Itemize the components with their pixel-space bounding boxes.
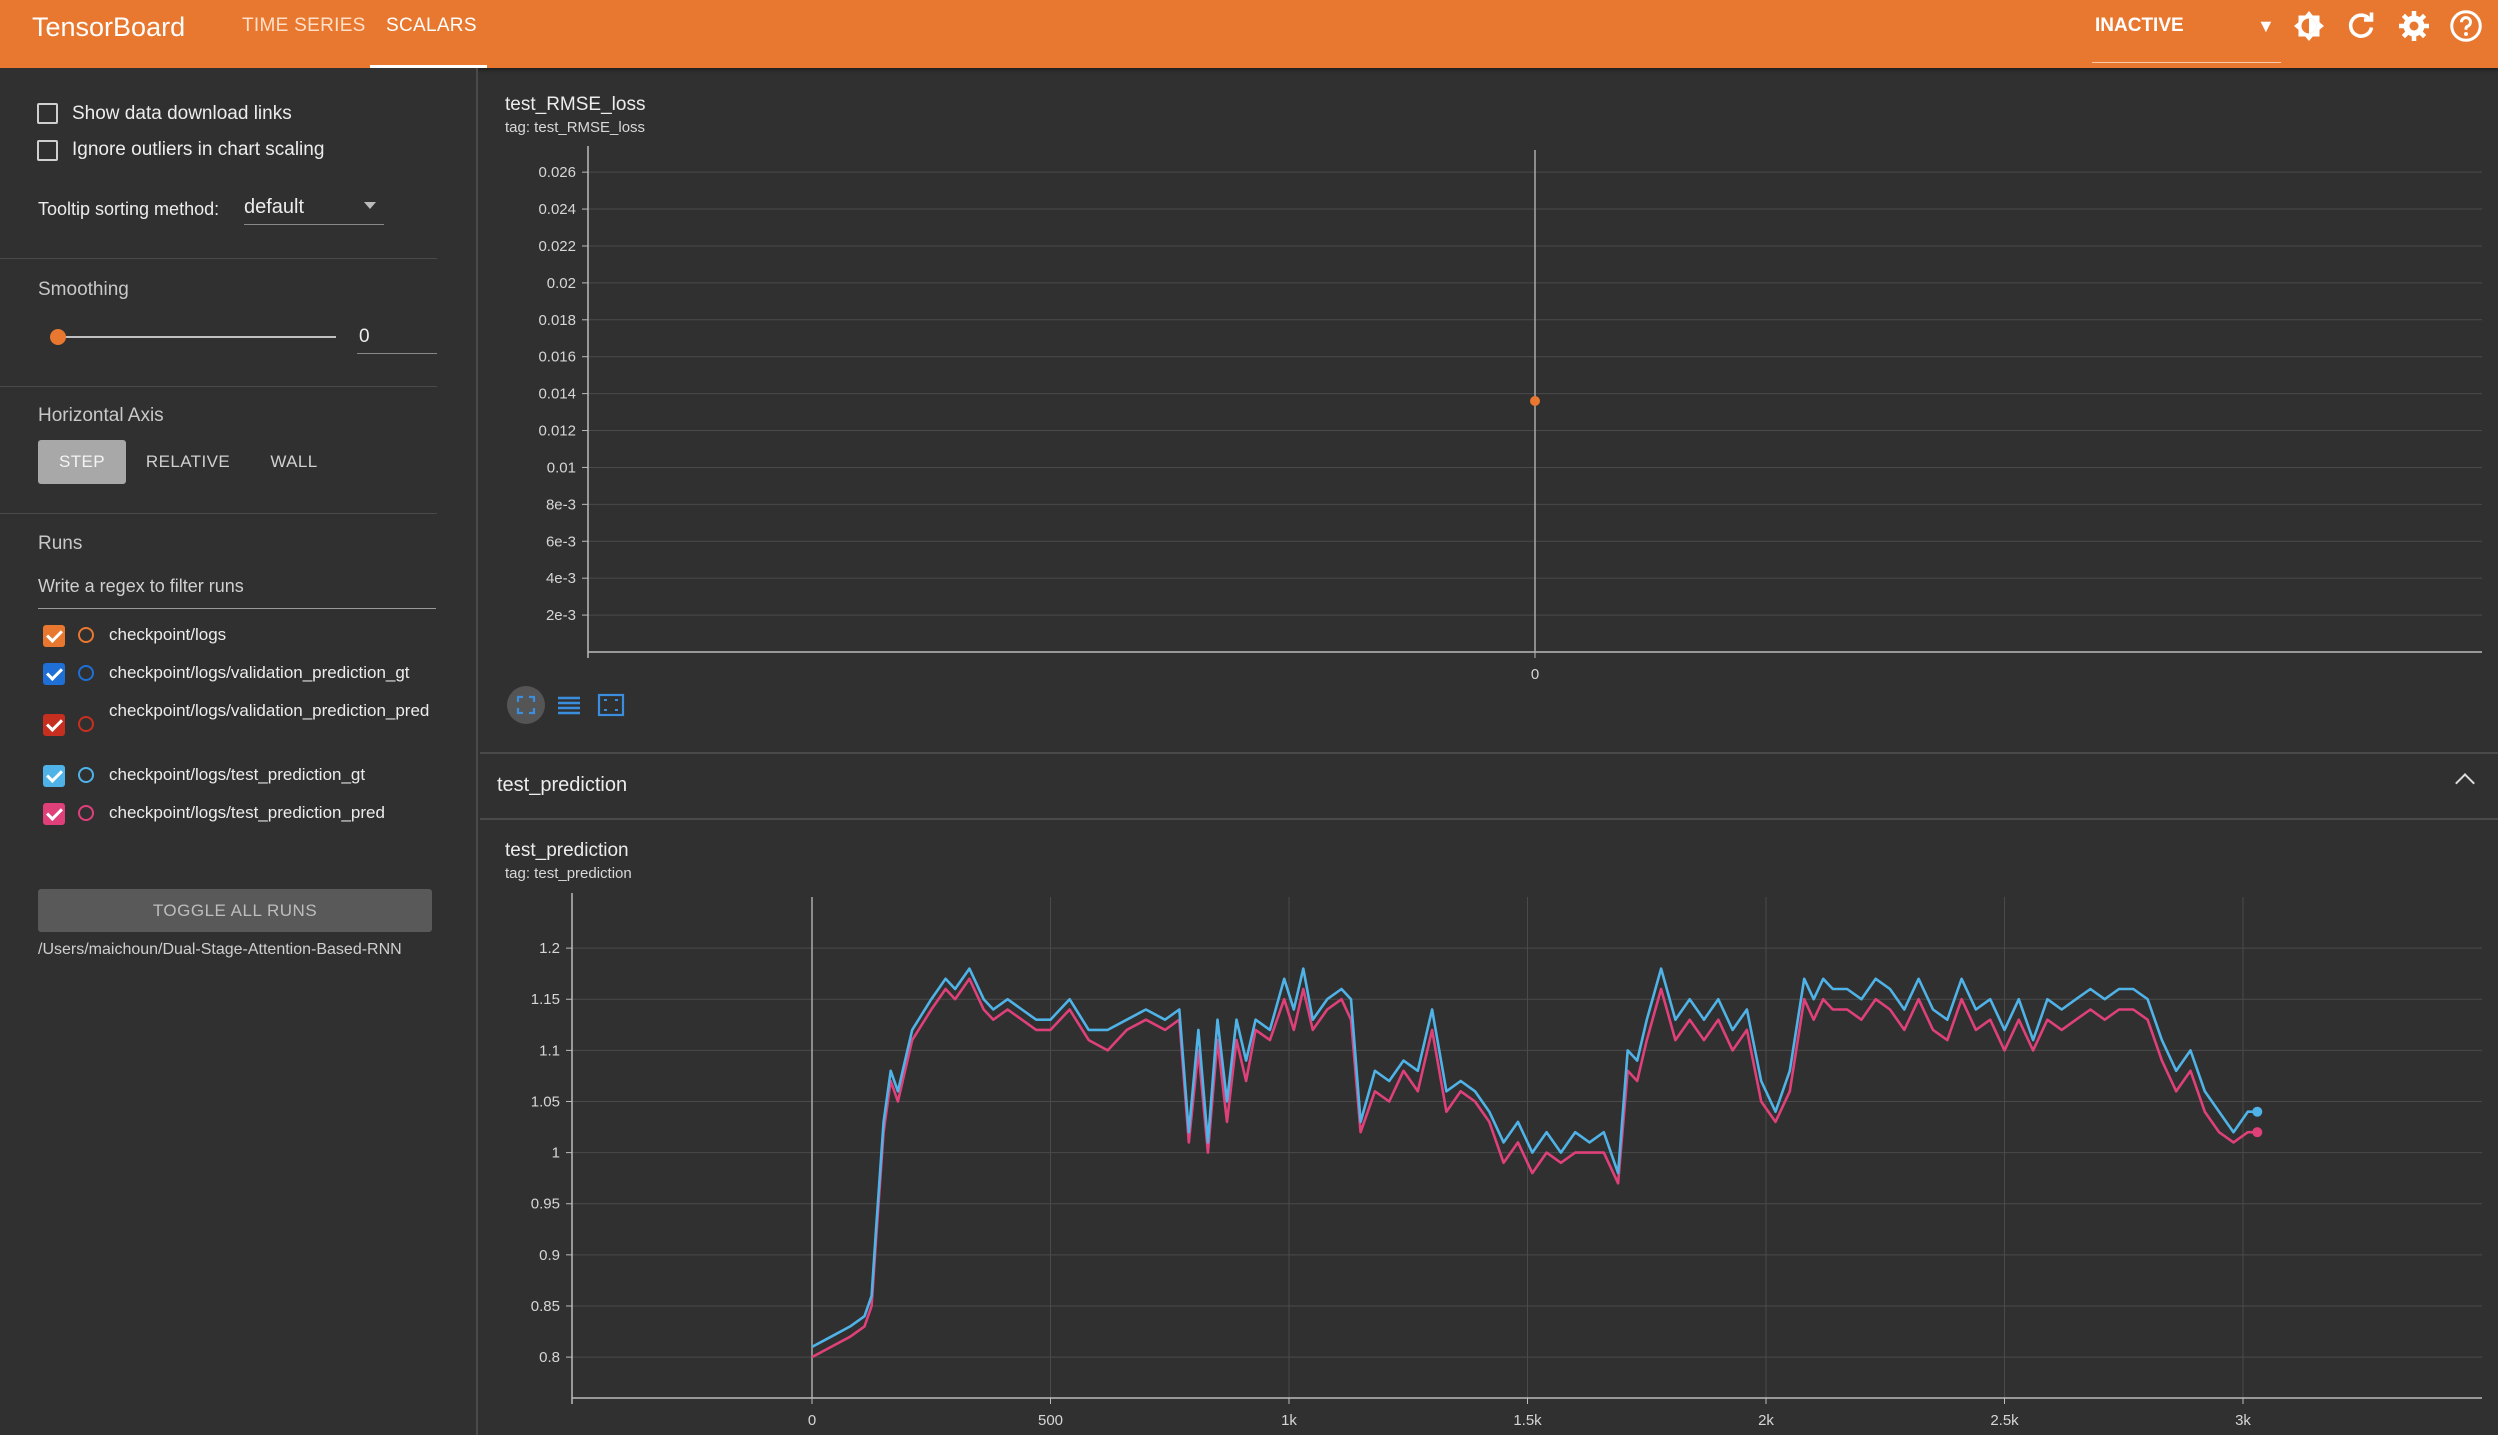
y-tick-label: 0.026 (538, 164, 576, 181)
ignore-outliers-label[interactable]: Ignore outliers in chart scaling (72, 139, 324, 161)
smoothing-slider-thumb[interactable] (50, 329, 66, 345)
test-prediction-chart[interactable]: 0.8 0.85 0.9 0.95 1 1.05 1.1 1.15 1.2 0 500 1k 1.5k 2… (500, 885, 2498, 1435)
run-color-circle[interactable] (78, 665, 94, 681)
series-end-point (2252, 1127, 2263, 1138)
y-tick-label: 0.016 (538, 349, 576, 366)
data-point (1530, 396, 1540, 406)
show-download-links-label[interactable]: Show data download links (72, 103, 292, 125)
y-tick-label: 1 (552, 1145, 560, 1162)
run-color-circle[interactable] (78, 767, 94, 783)
y-tick-label: 6e-3 (546, 533, 576, 550)
axis-step-button[interactable]: STEP (38, 440, 126, 484)
y-tick-label: 0.024 (538, 201, 576, 218)
section-title: test_prediction (497, 774, 628, 796)
chart-title: test_RMSE_loss (505, 94, 646, 115)
settings-gear-icon[interactable] (2396, 8, 2432, 44)
ignore-outliers-checkbox[interactable] (37, 140, 58, 161)
runs-filter-input[interactable]: Write a regex to filter runs (38, 576, 436, 609)
x-tick-label: 2k (1758, 1412, 1774, 1429)
x-tick-label: 3k (2235, 1412, 2251, 1429)
run-name: checkpoint/logs/validation_prediction_pr… (109, 701, 430, 720)
divider (0, 258, 437, 259)
y-tick-label: 0.018 (538, 312, 576, 329)
chart-tag: tag: test_RMSE_loss (505, 119, 646, 136)
x-tick-label: 0 (808, 1412, 816, 1429)
run-checkbox[interactable] (43, 803, 65, 825)
section-header[interactable]: test_prediction (480, 752, 2498, 820)
run-name: checkpoint/logs (109, 625, 227, 644)
y-tick-label: 0.95 (531, 1196, 560, 1213)
x-tick-label: 1k (1281, 1412, 1297, 1429)
y-tick-label: 0.85 (531, 1298, 560, 1315)
toggle-all-runs-button[interactable]: TOGGLE ALL RUNS (38, 889, 432, 932)
runs-label: Runs (38, 533, 83, 554)
x-tick-label: 500 (1038, 1412, 1063, 1429)
settings-sidebar: Show data download links Ignore outliers… (0, 68, 478, 1435)
y-tick-label: 0.02 (547, 275, 576, 292)
run-name: checkpoint/logs/test_prediction_pred (109, 803, 385, 822)
run-checkbox[interactable] (43, 625, 65, 647)
help-icon[interactable] (2448, 8, 2484, 44)
y-tick-label: 1.15 (531, 991, 560, 1008)
run-checkbox[interactable] (43, 714, 65, 736)
y-tick-label: 8e-3 (546, 496, 576, 513)
run-color-circle[interactable] (78, 627, 94, 643)
run-name: checkpoint/logs/test_prediction_gt (109, 765, 366, 784)
divider (0, 386, 437, 387)
log-directory-path: /Users/maichoun/Dual-Stage-Attention-Bas… (38, 941, 402, 958)
run-color-circle[interactable] (78, 805, 94, 821)
tab-scalars[interactable]: SCALARS (386, 15, 477, 37)
fit-domain-icon[interactable] (592, 686, 630, 724)
fullscreen-icon[interactable] (507, 686, 545, 724)
x-tick-label: 2.5k (1990, 1412, 2019, 1429)
tooltip-sorting-label: Tooltip sorting method: (38, 199, 220, 219)
plugin-selector-underline (2092, 62, 2281, 63)
chart-tag: tag: test_prediction (505, 865, 632, 882)
top-app-bar: TensorBoard TIME SERIES SCALARS INACTIVE… (0, 0, 2498, 68)
y-tick-label: 4e-3 (546, 570, 576, 587)
smoothing-slider-track[interactable] (58, 336, 336, 338)
tab-time-series[interactable]: TIME SERIES (242, 15, 366, 37)
refresh-icon[interactable] (2343, 8, 2379, 44)
rmse-loss-chart[interactable]: 2e-3 4e-3 6e-3 8e-3 0.01 0.012 0.014 0.016 0.018… (500, 140, 2498, 700)
horizontal-axis-label: Horizontal Axis (38, 405, 164, 426)
axis-relative-button[interactable]: RELATIVE (138, 440, 238, 484)
tooltip-sorting-select[interactable]: default (244, 196, 384, 225)
chevron-down-icon[interactable]: ▼ (2257, 16, 2275, 37)
y-tick-label: 0.012 (538, 423, 576, 440)
series-line (811, 977, 2258, 1359)
series-end-point (2252, 1106, 2263, 1117)
run-checkbox[interactable] (43, 663, 65, 685)
x-tick-label: 0 (1531, 666, 1539, 683)
y-tick-label: 1.05 (531, 1093, 560, 1110)
chart-title: test_prediction (505, 840, 629, 861)
x-tick-label: 1.5k (1513, 1412, 1542, 1429)
run-checkbox[interactable] (43, 765, 65, 787)
show-download-links-checkbox[interactable] (37, 103, 58, 124)
y-tick-label: 0.014 (538, 386, 576, 403)
plugin-selector[interactable]: INACTIVE (2095, 15, 2184, 37)
theme-toggle-icon[interactable] (2291, 8, 2327, 44)
y-tick-label: 0.8 (539, 1349, 560, 1366)
run-name: checkpoint/logs/validation_prediction_gt (109, 663, 410, 682)
y-tick-label: 0.022 (538, 238, 576, 255)
smoothing-label: Smoothing (38, 279, 129, 300)
app-title: TensorBoard (32, 12, 186, 42)
y-tick-label: 1.2 (539, 940, 560, 957)
y-tick-label: 0.01 (547, 459, 576, 476)
chevron-up-icon[interactable] (2455, 773, 2475, 793)
y-tick-label: 0.9 (539, 1247, 560, 1264)
run-color-circle[interactable] (78, 716, 94, 732)
tooltip-sorting-value: default (244, 196, 305, 218)
y-tick-label: 1.1 (539, 1042, 560, 1059)
chevron-down-icon (364, 202, 376, 209)
y-tick-label: 2e-3 (546, 607, 576, 624)
toggle-y-log-icon[interactable] (550, 686, 588, 724)
axis-wall-button[interactable]: WALL (258, 440, 330, 484)
divider (0, 513, 437, 514)
smoothing-input[interactable]: 0 (357, 324, 437, 354)
